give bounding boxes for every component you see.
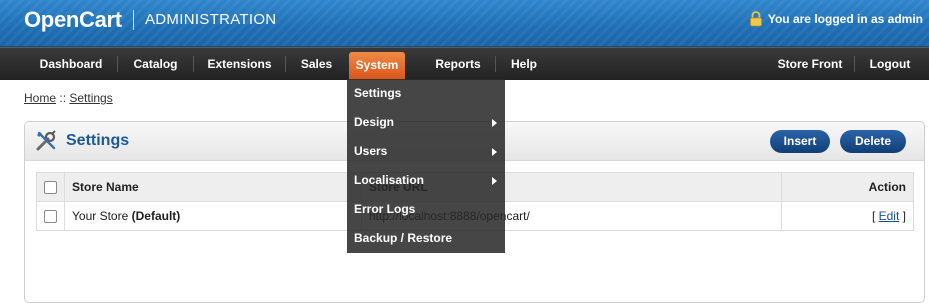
menu-item-backup-restore[interactable]: Backup / Restore bbox=[347, 224, 505, 253]
menu-item-settings[interactable]: Settings bbox=[347, 79, 505, 108]
menu-item-label: Design bbox=[354, 115, 395, 129]
nav-extensions[interactable]: Extensions bbox=[194, 48, 285, 80]
store-name-cell: Your Store (Default) bbox=[64, 201, 362, 231]
breadcrumb: Home :: Settings bbox=[24, 91, 113, 105]
header-bar: OpenCart ADMINISTRATION You are logged i… bbox=[0, 0, 929, 47]
main-nav: Dashboard Catalog Extensions Sales Syste… bbox=[0, 47, 929, 80]
header-store-name[interactable]: Store Name bbox=[64, 172, 362, 202]
nav-sales[interactable]: Sales bbox=[286, 48, 347, 80]
store-name: Your Store bbox=[72, 209, 129, 223]
menu-item-label: Settings bbox=[354, 86, 402, 100]
default-tag: (Default) bbox=[131, 209, 181, 223]
admin-label: ADMINISTRATION bbox=[145, 11, 277, 28]
settings-tools-icon bbox=[36, 130, 56, 151]
submenu-arrow-icon bbox=[492, 148, 497, 156]
nav-system[interactable]: System bbox=[349, 52, 405, 80]
nav-dashboard[interactable]: Dashboard bbox=[26, 48, 116, 80]
box-title: Settings bbox=[66, 132, 130, 149]
menu-item-users[interactable]: Users bbox=[347, 137, 505, 166]
menu-item-design[interactable]: Design bbox=[347, 108, 505, 137]
nav-store-front[interactable]: Store Front bbox=[767, 48, 853, 80]
breadcrumb-home[interactable]: Home bbox=[24, 91, 56, 105]
submenu-arrow-icon bbox=[492, 177, 497, 185]
breadcrumb-settings[interactable]: Settings bbox=[69, 91, 112, 105]
system-dropdown-menu: Settings Design Users Localisation Error… bbox=[347, 79, 505, 253]
menu-item-label: Localisation bbox=[354, 173, 425, 187]
breadcrumb-separator: :: bbox=[59, 91, 67, 105]
logged-in-text: You are logged in as admin bbox=[767, 12, 923, 26]
action-bracket-close: ] bbox=[902, 209, 906, 223]
action-cell: [ Edit ] bbox=[781, 201, 914, 231]
logged-in-status: You are logged in as admin bbox=[749, 11, 923, 27]
logo: OpenCart bbox=[24, 7, 122, 32]
menu-item-localisation[interactable]: Localisation bbox=[347, 166, 505, 195]
menu-item-label: Backup / Restore bbox=[354, 231, 453, 245]
submenu-arrow-icon bbox=[492, 119, 497, 127]
nav-help[interactable]: Help bbox=[496, 48, 552, 80]
nav-logout[interactable]: Logout bbox=[855, 48, 925, 80]
nav-catalog[interactable]: Catalog bbox=[118, 48, 193, 80]
header-action: Action bbox=[781, 172, 914, 202]
delete-button[interactable]: Delete bbox=[840, 130, 906, 153]
lock-icon bbox=[749, 11, 762, 27]
row-checkbox[interactable] bbox=[44, 210, 57, 224]
menu-item-label: Users bbox=[354, 144, 388, 158]
nav-reports[interactable]: Reports bbox=[422, 48, 494, 80]
select-all-checkbox[interactable] bbox=[44, 181, 57, 195]
menu-item-error-logs[interactable]: Error Logs bbox=[347, 195, 505, 224]
menu-item-label: Error Logs bbox=[354, 202, 416, 216]
insert-button[interactable]: Insert bbox=[770, 130, 830, 153]
logo-divider bbox=[133, 10, 134, 30]
edit-link[interactable]: Edit bbox=[879, 209, 900, 223]
action-bracket-open: [ bbox=[871, 209, 876, 223]
